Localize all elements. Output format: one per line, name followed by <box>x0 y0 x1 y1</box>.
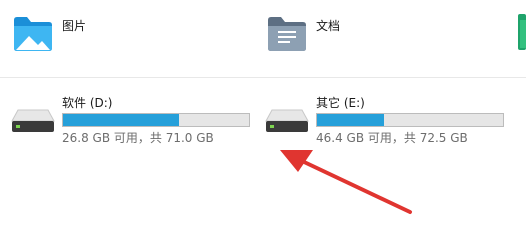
this-pc-window: 图片 文档 软件 (D:) 26.8 GB 可用，共 71.0 GB 其它 (E… <box>0 0 526 237</box>
annotation-arrow <box>280 150 412 214</box>
